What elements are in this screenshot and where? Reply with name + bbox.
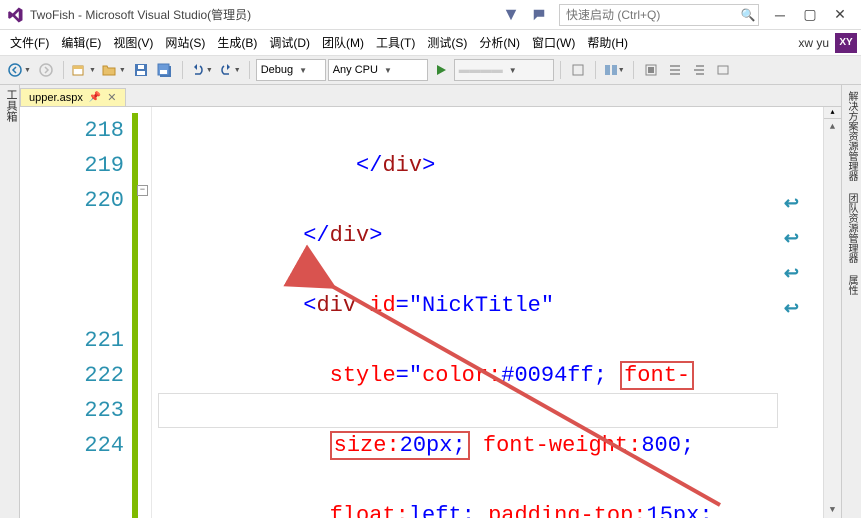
window-title: TwoFish - Microsoft Visual Studio(管理员) bbox=[30, 6, 251, 23]
maximize-button[interactable]: ▢ bbox=[795, 3, 825, 27]
wrap-icon: ↩ bbox=[784, 188, 799, 223]
line-no: 219 bbox=[20, 148, 124, 183]
toolbox-tab[interactable]: 工具箱 bbox=[0, 85, 20, 518]
quick-launch-input[interactable] bbox=[560, 8, 738, 22]
close-button[interactable]: ✕ bbox=[825, 3, 855, 27]
nav-back-button[interactable]: ▼ bbox=[6, 59, 33, 81]
save-all-button[interactable] bbox=[154, 59, 176, 81]
toolbar-btn-f[interactable] bbox=[712, 59, 734, 81]
fold-toggle-icon[interactable]: − bbox=[137, 185, 148, 196]
toolbar-btn-b[interactable]: ▼ bbox=[602, 59, 627, 81]
line-number-gutter: 218 219 220 221 222 223 224 bbox=[20, 107, 138, 518]
config-dropdown[interactable]: Debug▼ bbox=[256, 59, 326, 81]
menu-team[interactable]: 团队(M) bbox=[316, 31, 370, 54]
main-area: 工具箱 upper.aspx 📌 ✕ 218 219 220 221 222 2… bbox=[0, 85, 861, 518]
line-no: 220 bbox=[20, 183, 124, 218]
feedback-icon[interactable] bbox=[529, 5, 549, 25]
document-tab-upper[interactable]: upper.aspx 📌 ✕ bbox=[20, 88, 126, 106]
line-no: 221 bbox=[20, 323, 124, 358]
line-no: 223 bbox=[20, 393, 124, 428]
open-file-button[interactable]: ▼ bbox=[100, 59, 128, 81]
quick-launch[interactable]: 🔍 bbox=[559, 4, 759, 26]
tab-close-icon[interactable]: ✕ bbox=[107, 91, 116, 104]
menu-analyze[interactable]: 分析(N) bbox=[473, 31, 526, 54]
minimize-button[interactable]: ─ bbox=[765, 3, 795, 27]
fold-column: − bbox=[138, 107, 152, 518]
menu-window[interactable]: 窗口(W) bbox=[526, 31, 581, 54]
platform-label: Any CPU bbox=[333, 64, 378, 76]
scroll-down-icon[interactable]: ▼ bbox=[824, 502, 841, 518]
toolbar-btn-e[interactable] bbox=[688, 59, 710, 81]
new-project-button[interactable]: ▼ bbox=[70, 59, 98, 81]
platform-dropdown[interactable]: Any CPU▼ bbox=[328, 59, 428, 81]
tab-label: upper.aspx bbox=[29, 92, 83, 104]
menu-test[interactable]: 测试(S) bbox=[421, 31, 473, 54]
undo-button[interactable]: ▼ bbox=[189, 59, 215, 81]
menu-bar: 文件(F) 编辑(E) 视图(V) 网站(S) 生成(B) 调试(D) 团队(M… bbox=[0, 30, 861, 55]
user-badge[interactable]: XY bbox=[835, 33, 857, 53]
line-no: 218 bbox=[20, 113, 124, 148]
browser-dropdown[interactable]: ▬▬▬▬▼ bbox=[454, 59, 554, 81]
notifications-icon[interactable] bbox=[501, 5, 521, 25]
vs-logo-icon bbox=[6, 6, 24, 24]
toolbar-btn-d[interactable] bbox=[664, 59, 686, 81]
title-bar: TwoFish - Microsoft Visual Studio(管理员) 🔍… bbox=[0, 0, 861, 30]
split-handle-icon[interactable]: ▴ bbox=[824, 107, 841, 119]
wrap-icon: ↩ bbox=[784, 258, 799, 293]
menu-view[interactable]: 视图(V) bbox=[107, 31, 159, 54]
nav-forward-button[interactable] bbox=[35, 59, 57, 81]
line-no: 224 bbox=[20, 428, 124, 463]
code-editor[interactable]: 218 219 220 221 222 223 224 − </div> </d… bbox=[20, 107, 841, 518]
menu-website[interactable]: 网站(S) bbox=[159, 31, 211, 54]
menu-file[interactable]: 文件(F) bbox=[4, 31, 55, 54]
wrap-icon: ↩ bbox=[784, 293, 799, 328]
menu-debug[interactable]: 调试(D) bbox=[263, 31, 316, 54]
scroll-up-icon[interactable]: ▲ bbox=[824, 119, 841, 135]
pin-icon[interactable]: 📌 bbox=[89, 92, 101, 103]
user-name[interactable]: xw yu bbox=[798, 36, 829, 50]
document-tab-strip: upper.aspx 📌 ✕ bbox=[20, 85, 841, 107]
vertical-scrollbar[interactable]: ▴ ▲ ▼ bbox=[823, 107, 841, 518]
save-button[interactable] bbox=[130, 59, 152, 81]
team-explorer-tab[interactable]: 团队资源管理器 bbox=[842, 187, 861, 269]
line-no: 222 bbox=[20, 358, 124, 393]
properties-tab[interactable]: 属性 bbox=[842, 269, 861, 301]
start-debug-button[interactable] bbox=[430, 59, 452, 81]
right-rail: 解决方案资源管理器 团队资源管理器 属性 bbox=[841, 85, 861, 518]
current-line-highlight bbox=[158, 393, 778, 428]
toolbar-btn-c[interactable] bbox=[640, 59, 662, 81]
redo-button[interactable]: ▼ bbox=[217, 59, 243, 81]
menu-help[interactable]: 帮助(H) bbox=[581, 31, 634, 54]
code-body[interactable]: </div> </div> <div id="NickTitle" style=… bbox=[152, 107, 823, 518]
editor-zone: upper.aspx 📌 ✕ 218 219 220 221 222 223 2… bbox=[20, 85, 841, 518]
toolbar-btn-a[interactable] bbox=[567, 59, 589, 81]
wrap-icon: ↩ bbox=[784, 223, 799, 258]
menu-edit[interactable]: 编辑(E) bbox=[55, 31, 107, 54]
menu-tools[interactable]: 工具(T) bbox=[370, 31, 421, 54]
search-icon[interactable]: 🔍 bbox=[738, 8, 758, 22]
config-label: Debug bbox=[261, 64, 293, 76]
toolbar: ▼ ▼ ▼ ▼ ▼ Debug▼ Any CPU▼ ▬▬▬▬▼ ▼ bbox=[0, 55, 861, 85]
menu-build[interactable]: 生成(B) bbox=[211, 31, 263, 54]
solution-explorer-tab[interactable]: 解决方案资源管理器 bbox=[842, 85, 861, 187]
